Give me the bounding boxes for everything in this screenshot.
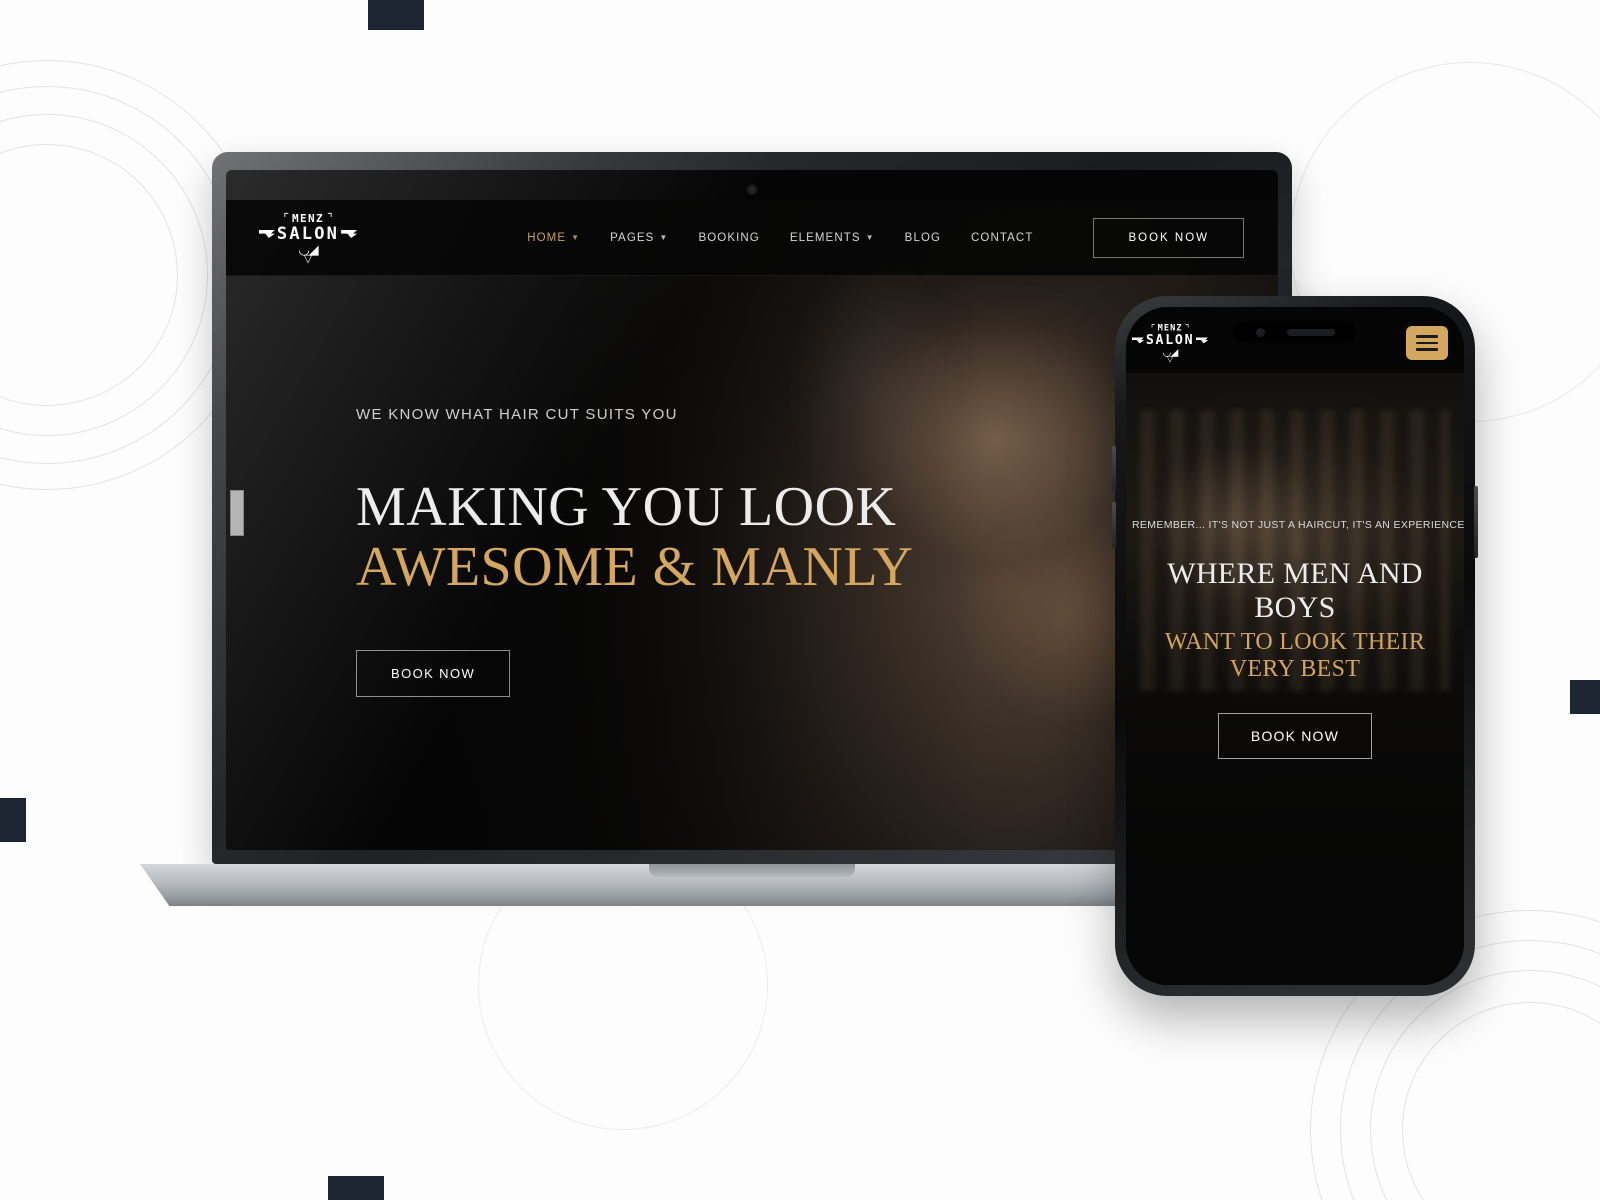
ring	[0, 114, 208, 436]
logo-menz-text: MENZ	[291, 211, 325, 225]
logo-right-bar-icon	[341, 230, 358, 239]
nav-item-label: CONTACT	[971, 231, 1034, 244]
phone-volume-down-button[interactable]	[1112, 502, 1116, 548]
logo-chevron-icon: ▽	[303, 252, 313, 265]
mobile-hero-title-line-1: WHERE MEN AND BOYS	[1167, 557, 1423, 624]
nav-item-label: BOOKING	[698, 231, 760, 244]
ring	[0, 86, 236, 464]
phone-mockup: ⌜ MENZ ⌝ SALON ◡◢ ▽ REMEMBER... IT'S NOT…	[1112, 296, 1478, 996]
nav-item-pages[interactable]: PAGES ▼	[610, 232, 668, 244]
hero-book-now-button[interactable]: BOOK NOW	[356, 649, 511, 697]
site-logo[interactable]: ⌜ MENZ ⌝ SALON ◡◢ ▽	[258, 212, 358, 265]
ring	[1370, 970, 1600, 1200]
nav-item-elements[interactable]: ELEMENTS ▼	[790, 232, 875, 244]
logo-left-wing-icon: ⌜	[283, 211, 289, 226]
phone-volume-up-button[interactable]	[1112, 446, 1116, 492]
phone-screen: ⌜ MENZ ⌝ SALON ◡◢ ▽ REMEMBER... IT'S NOT…	[1126, 307, 1464, 985]
mobile-hero-content: REMEMBER... IT'S NOT JUST A HAIRCUT, IT'…	[1126, 519, 1464, 759]
nav-item-label: PAGES	[610, 231, 655, 244]
hamburger-line	[1416, 335, 1438, 338]
laptop-base-notch	[649, 864, 855, 877]
nav-item-label: ELEMENTS	[789, 231, 861, 244]
logo-chevron-icon: ▽	[1166, 354, 1174, 365]
page-scrollbar-thumb[interactable]	[230, 490, 244, 536]
logo-main-row: SALON	[258, 223, 358, 244]
mobile-hero-subtitle: REMEMBER... IT'S NOT JUST A HAIRCUT, IT'…	[1132, 519, 1464, 531]
logo-salon-text: SALON	[276, 223, 340, 244]
logo-main-row: SALON	[1131, 332, 1209, 348]
phone-power-button[interactable]	[1474, 486, 1478, 558]
chevron-down-icon: ▼	[659, 233, 669, 242]
decorative-square-right	[1570, 680, 1600, 714]
hero-title-line-2: AWESOME & MANLY	[356, 536, 914, 599]
logo-right-bar-icon	[1195, 337, 1209, 344]
nav-item-contact[interactable]: CONTACT	[971, 232, 1033, 244]
nav-item-label: BLOG	[904, 231, 942, 244]
logo-top-row: ⌜ MENZ ⌝	[283, 212, 332, 225]
desktop-hero-content: WE KNOW WHAT HAIR CUT SUITS YOU MAKING Y…	[356, 406, 913, 697]
desktop-navbar: ⌜ MENZ ⌝ SALON ◡◢ ▽ HOME ▼ PAGES ▼ BOOKI…	[226, 200, 1278, 276]
decorative-square-top	[368, 0, 424, 30]
mobile-hero-book-now-button[interactable]: BOOK NOW	[1217, 713, 1373, 759]
phone-notch	[1234, 321, 1356, 343]
hero-title-line-1: MAKING YOU LOOK	[356, 476, 897, 538]
chevron-down-icon: ▼	[571, 233, 581, 242]
nav-item-booking[interactable]: BOOKING	[698, 232, 759, 244]
decorative-square-left	[0, 798, 26, 842]
ring	[0, 144, 178, 406]
logo-salon-text: SALON	[1145, 332, 1195, 348]
hamburger-menu-icon[interactable]	[1406, 326, 1448, 360]
mobile-hero-title: WHERE MEN AND BOYS WANT TO LOOK THEIR VE…	[1132, 557, 1458, 683]
nav-item-label: HOME	[527, 231, 567, 244]
nav-item-home[interactable]: HOME ▼	[527, 232, 580, 244]
hero-title: MAKING YOU LOOK AWESOME & MANLY	[356, 477, 913, 598]
logo-left-bar-icon	[1131, 337, 1145, 344]
ring	[1402, 1002, 1600, 1200]
logo-right-wing-icon: ⌝	[327, 211, 333, 226]
navbar-book-now-button[interactable]: BOOK NOW	[1093, 217, 1244, 258]
desktop-nav-links: HOME ▼ PAGES ▼ BOOKING ELEMENTS ▼ BLOG C…	[527, 217, 1244, 258]
phone-front-camera-icon	[1255, 327, 1265, 337]
chevron-down-icon: ▼	[865, 233, 875, 242]
hamburger-line	[1416, 341, 1438, 345]
hero-subtitle: WE KNOW WHAT HAIR CUT SUITS YOU	[356, 406, 678, 423]
phone-speaker-icon	[1286, 328, 1335, 336]
laptop-camera-icon	[746, 184, 758, 195]
logo-left-bar-icon	[258, 230, 275, 239]
mobile-site-logo[interactable]: ⌜ MENZ ⌝ SALON ◡◢ ▽	[1131, 323, 1209, 365]
hamburger-line	[1416, 348, 1438, 351]
decorative-square-bottom	[328, 1176, 384, 1200]
mobile-hero-title-line-2: WANT TO LOOK THEIR VERY BEST	[1164, 628, 1426, 682]
nav-item-blog[interactable]: BLOG	[905, 232, 941, 244]
